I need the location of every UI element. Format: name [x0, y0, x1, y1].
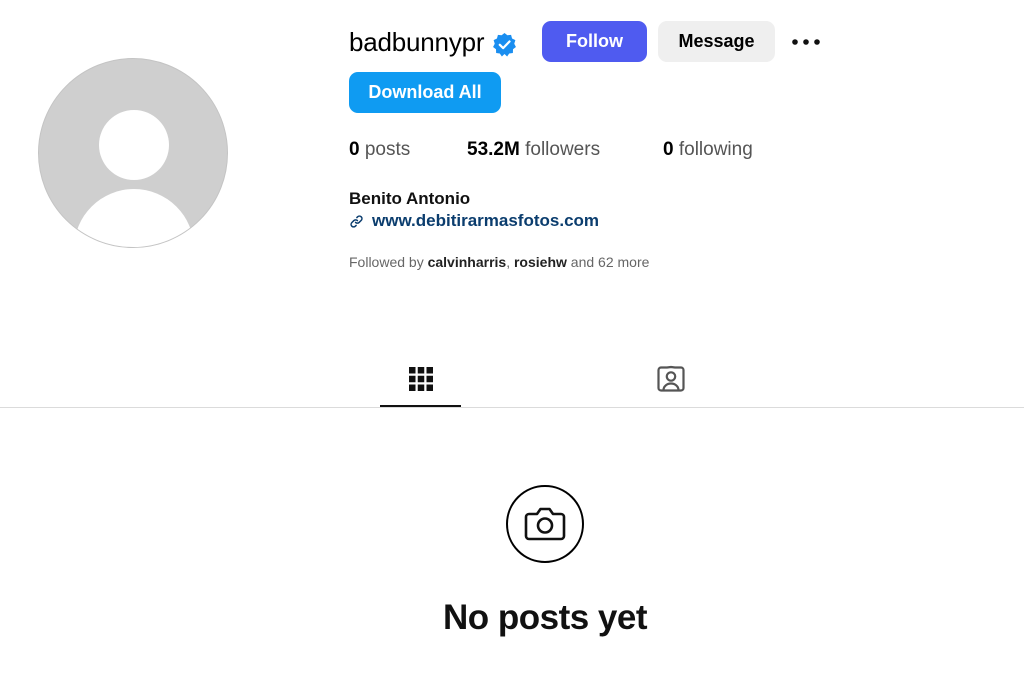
website-link-text: www.debitirarmasfotos.com [372, 211, 600, 230]
more-options-icon[interactable] [788, 30, 824, 54]
verified-badge-icon [493, 32, 516, 57]
profile-website-link[interactable]: www.debitirarmasfotos.com [349, 211, 599, 231]
followed-by-line: Followed by calvinharris, rosiehw and 62… [349, 254, 649, 270]
avatar-placeholder-body [74, 189, 194, 247]
download-all-button[interactable]: Download All [349, 72, 501, 113]
empty-state-title: No posts yet [442, 598, 648, 637]
link-icon [350, 214, 363, 228]
following-link[interactable]: 0 following [663, 139, 753, 161]
profile-page: badbunnyp​r Follow Message Download All … [0, 0, 1024, 682]
following-count-value: 0 [663, 139, 674, 160]
followed-by-separator: , [506, 254, 511, 270]
tabs-divider [0, 407, 1024, 408]
posts-count-label: posts [364, 139, 411, 160]
follow-button[interactable]: Follow [542, 21, 647, 62]
camera-icon [524, 507, 566, 541]
followers-link[interactable]: 53.2M followers [467, 139, 600, 161]
followed-by-suffix[interactable]: and 62 more [571, 254, 650, 270]
profile-username: badbunnyp​r [349, 27, 485, 57]
posts-count-value: 0 [349, 139, 360, 160]
tab-tagged[interactable] [630, 352, 711, 406]
posts-count: 0 posts [349, 139, 410, 161]
followers-count-label: followers [525, 139, 601, 160]
empty-state-camera [506, 485, 584, 563]
followed-by-prefix: Followed by [349, 254, 424, 270]
avatar-placeholder-head [99, 110, 169, 180]
mutual-follower-link[interactable]: rosiehw [514, 254, 567, 270]
following-count-label: following [678, 139, 753, 160]
message-button[interactable]: Message [658, 21, 775, 62]
tab-posts-grid[interactable] [380, 352, 461, 406]
followers-count-value: 53.2M [467, 139, 520, 160]
grid-icon [408, 367, 433, 391]
profile-avatar[interactable] [38, 58, 228, 248]
more-dots [792, 39, 820, 45]
tagged-icon [656, 365, 685, 392]
profile-full-name: Benito Antonio [349, 189, 471, 208]
mutual-follower-link[interactable]: calvinharris [428, 254, 507, 270]
